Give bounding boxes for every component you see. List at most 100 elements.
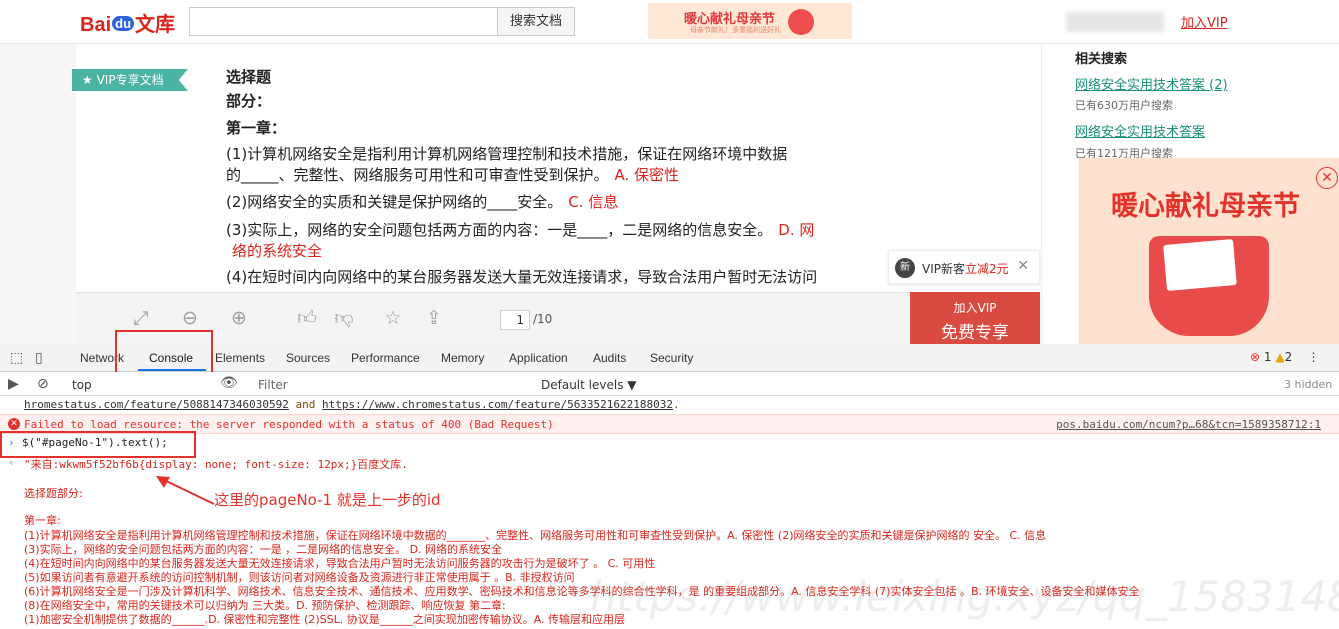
document-line-text: 部分： [226,92,272,110]
baidu-wenku-logo[interactable]: Bai du 文库 [80,8,175,37]
clear-console-icon[interactable]: ⊘ [37,376,49,392]
close-icon[interactable]: ✕ [1017,258,1029,274]
vip-new-label: VIP新客 [922,262,965,276]
join-vip-free-button[interactable]: 加入VIP 免费专享 [910,292,1040,344]
document-line: 选择题 [226,66,271,87]
more-options-icon[interactable]: ⋮ [1308,350,1320,364]
document-line: 部分： [226,90,271,111]
document-line: (2)网络安全的实质和关键是保护网络的____安全。 C. 信息 [226,191,618,212]
sidebar-toggle-icon[interactable]: ▶ [8,376,19,392]
issue-counts[interactable]: ⊗ 1 ▲2 ⋮ [1250,350,1320,364]
document-answer: A. 保密性 [614,166,680,184]
log-levels-dropdown[interactable]: Default levels ▼ [541,378,637,392]
new-badge: 新 [895,258,915,278]
warning-link-1[interactable]: hromestatus.com/feature/5088147346030592 [24,398,289,411]
devtools-tab[interactable]: Application [509,351,568,365]
popup-close-icon[interactable]: ✕ [1316,167,1338,189]
error-icon: ✕ [8,418,20,430]
search-button[interactable]: 搜索文档 [497,7,575,36]
document-line: 的_____、完整性、网络服务可用性和可审查性受到保护。 A. 保密性 [226,164,679,185]
devtools-tab[interactable]: Sources [286,351,330,365]
document-line-text: (3)实际上，网络的安全问题包括两方面的内容：一是____，二是网络的信息安全。 [226,221,773,239]
star-icon[interactable]: ☆ [382,307,404,329]
vip-new-text: VIP新客立减2元 [922,260,1009,277]
warning-end: . [673,398,680,411]
console-toolbar [0,372,1339,396]
device-toolbar-icon[interactable]: ▯ [35,350,43,366]
related-heading: 相关搜索 [1075,52,1128,67]
share-icon[interactable]: ⇪ [423,307,445,329]
annotation-arrow [156,476,215,505]
vip-new-discount: 立减2元 [965,262,1009,276]
thumbs-up-icon[interactable]: 👍︎ [296,307,318,329]
document-line-text: 选择题 [226,68,272,86]
zoom-in-icon[interactable]: ⊕ [228,307,250,329]
document-line: (1)计算机网络安全是指利用计算机网络管理控制和技术措施，保证在网络环境中数据 [226,143,787,164]
document-line: 第一章： [226,117,286,138]
logo-suffix: 文库 [135,14,176,36]
page-number-input[interactable]: 1 [500,310,530,330]
free-button-line1: 加入VIP [953,301,997,315]
document-answer: 络的系统安全 [232,242,323,260]
logo-paw: du [112,16,135,31]
join-vip-link[interactable]: 加入VIP [1181,12,1228,31]
gift-card-image [1163,239,1237,291]
warning-icon: ▲ [1275,350,1285,364]
zoom-out-icon[interactable]: ⊖ [179,307,201,329]
filter-placeholder: Filter [258,378,288,392]
warning-count: 2 [1284,350,1293,364]
document-line-text: 的_____、完整性、网络服务可用性和可审查性受到保护。 [226,166,609,184]
devtools-tab[interactable]: Audits [593,351,626,365]
banner-subtitle: 母亲节献礼！多重福利送好礼 [690,26,781,34]
devtools-tab[interactable]: Performance [351,351,420,365]
vip-new-customer-tip[interactable]: 新 VIP新客立减2元 ✕ [888,250,1040,284]
free-button-line2: 免费专享 [941,323,1009,343]
annotation-highlight-box [0,431,196,458]
result-chevron-icon: ‹ [8,456,15,469]
document-line-text: 第一章： [226,119,287,137]
warning-and: and [288,398,323,411]
vip-tag-label: VIP专享文档 [96,73,164,87]
logo-text: Bai [80,14,112,36]
devtools-tab[interactable]: Elements [215,351,265,365]
console-error-row: ✕ Failed to load resource: the server re… [0,414,1339,434]
console-warning: hromestatus.com/feature/5088147346030592… [24,398,680,411]
watermark: https://www.leixing.xyz/qq_1583148461237 [590,572,1339,621]
vip-doc-tag: ★ VIP专享文档 [72,69,188,91]
eye-icon[interactable]: 👁︎ [220,375,238,391]
popup-title: 暖心献礼母亲节 [1111,191,1300,222]
annotation-text: 这里的pageNo-1 就是上一步的id [214,491,441,509]
error-count: 1 [1263,350,1272,364]
filter-input[interactable]: Filter [250,375,530,394]
console-output-line: 选择题部分: [24,487,83,500]
document-line-text: (4)在短时间内向网络中的某台服务器发送大量无效连接请求，导致合法用户暂时无法访… [226,268,818,286]
related-count: 已有630万用户搜索 [1075,99,1173,112]
hidden-count: 3 hidden [1284,378,1333,391]
inspect-element-icon[interactable]: ⬚ [10,350,23,366]
related-link[interactable]: 网络安全实用技术答案 (2) [1075,74,1228,93]
fullscreen-icon[interactable]: ⤢ [130,307,152,329]
gift-icon [788,9,814,35]
console-output-line: 第一章: [24,514,61,527]
devtools-tab[interactable]: Security [650,351,693,365]
document-line: 络的系统安全 [226,240,322,261]
warning-link-2[interactable]: https://www.chromestatus.com/feature/563… [322,398,673,411]
context-select[interactable]: top [72,378,92,392]
console-output-line: (1)加密安全机制提供了数据的______.D. 保密性和完整性 (2)SSL.… [24,613,626,626]
thumbs-down-icon[interactable]: 👎︎ [333,307,355,329]
error-message: Failed to load resource: the server resp… [24,418,554,431]
blurred-username[interactable] [1066,12,1164,32]
page-total: /10 [533,312,553,326]
document-line: (3)实际上，网络的安全问题包括两方面的内容：一是____，二是网络的信息安全。… [226,219,814,240]
document-line-text: (2)网络安全的实质和关键是保护网络的____安全。 [226,193,563,211]
mothers-day-banner[interactable]: 暖心献礼母亲节 母亲节献礼！多重福利送好礼 [648,3,852,39]
related-link[interactable]: 网络安全实用技术答案 [1075,121,1205,140]
error-icon: ⊗ [1250,350,1261,364]
devtools-tab[interactable]: Memory [441,351,484,365]
mothers-day-popup[interactable]: 暖心献礼母亲节 ✕ [1079,158,1339,344]
document-line-text: (1)计算机网络安全是指利用计算机网络管理控制和技术措施，保证在网络环境中数据 [226,145,788,163]
document-answer: D. 网 [778,221,815,239]
document-answer: C. 信息 [568,193,619,211]
search-input[interactable] [189,7,498,36]
error-source-link[interactable]: pos.baidu.com/ncum?p…68&tcn=1589358712:1 [1056,418,1321,431]
